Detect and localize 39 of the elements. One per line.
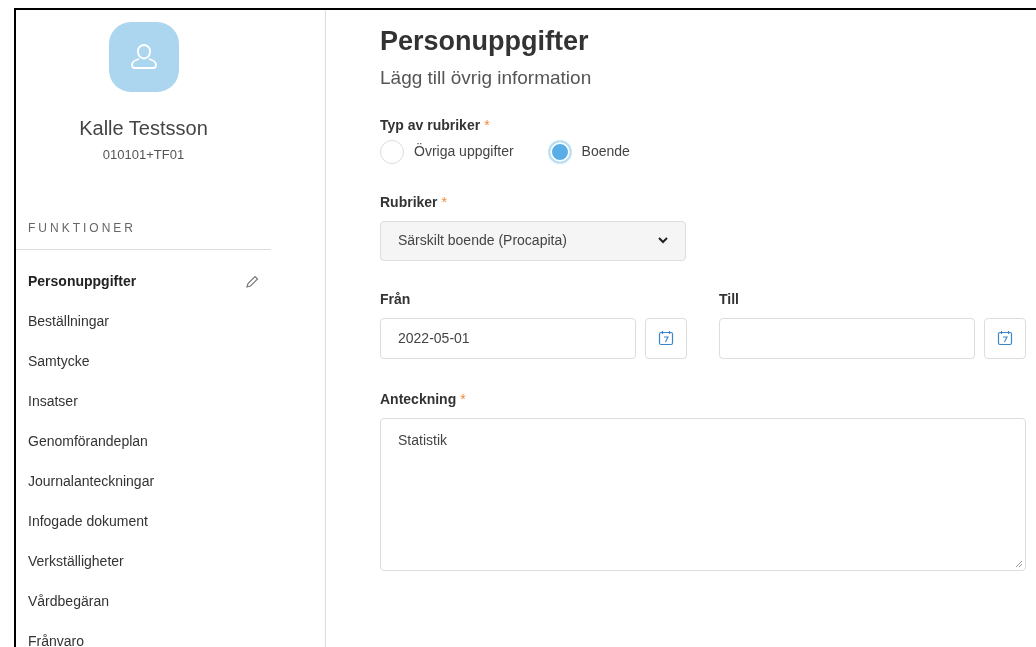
radio-button[interactable]: [380, 139, 404, 164]
sidebar-item[interactable]: Verkställigheter: [28, 551, 124, 572]
sidebar-item[interactable]: Beställningar: [28, 311, 109, 332]
sidebar-item[interactable]: Frånvaro: [28, 631, 85, 647]
field-label: Till: [719, 289, 739, 309]
person-icon: [128, 42, 159, 72]
calendar-icon: [658, 330, 674, 346]
field-label: Typ av rubriker: [380, 115, 481, 135]
calendar-icon: [997, 330, 1013, 346]
required-mark: *: [484, 115, 490, 135]
radio-button[interactable]: [547, 139, 572, 164]
field-label: Rubriker: [380, 192, 438, 212]
resize-handle-icon[interactable]: [1015, 559, 1023, 568]
person-id: 010101+TF01: [102, 146, 185, 164]
sidebar-item[interactable]: Personuppgifter: [28, 271, 137, 292]
date-field[interactable]: [719, 317, 975, 359]
chevron-down-icon: [658, 237, 668, 244]
sidebar-item[interactable]: Journalanteckningar: [28, 471, 155, 492]
note-field[interactable]: Statistik: [380, 417, 1026, 571]
calendar-button[interactable]: [984, 317, 1026, 359]
field-label: Anteckning: [380, 389, 457, 409]
field-label: Från: [380, 289, 411, 309]
required-mark: *: [460, 389, 466, 409]
page-subtitle: Lägg till övrig information: [380, 66, 593, 90]
sidebar-heading: FUNKTIONER: [28, 220, 136, 235]
sidebar-item[interactable]: Infogade dokument: [28, 511, 148, 532]
pencil-icon[interactable]: [245, 274, 259, 289]
sidebar-item[interactable]: Samtycke: [28, 351, 90, 372]
required-mark: *: [441, 192, 448, 212]
sidebar-item[interactable]: Insatser: [28, 391, 78, 412]
date-field[interactable]: 2022-05-01: [380, 317, 636, 359]
radio-label: Övriga uppgifter: [414, 142, 514, 161]
select-field[interactable]: Särskilt boende (Procapita): [380, 220, 686, 261]
person-name: Kalle Testsson: [79, 116, 208, 141]
sidebar-item[interactable]: Genomförandeplan: [28, 431, 148, 452]
radio-label: Boende: [581, 142, 630, 161]
page-title: Personuppgifter: [380, 25, 590, 58]
sidebar-item[interactable]: Vårdbegäran: [28, 591, 109, 612]
calendar-button[interactable]: [645, 317, 687, 359]
